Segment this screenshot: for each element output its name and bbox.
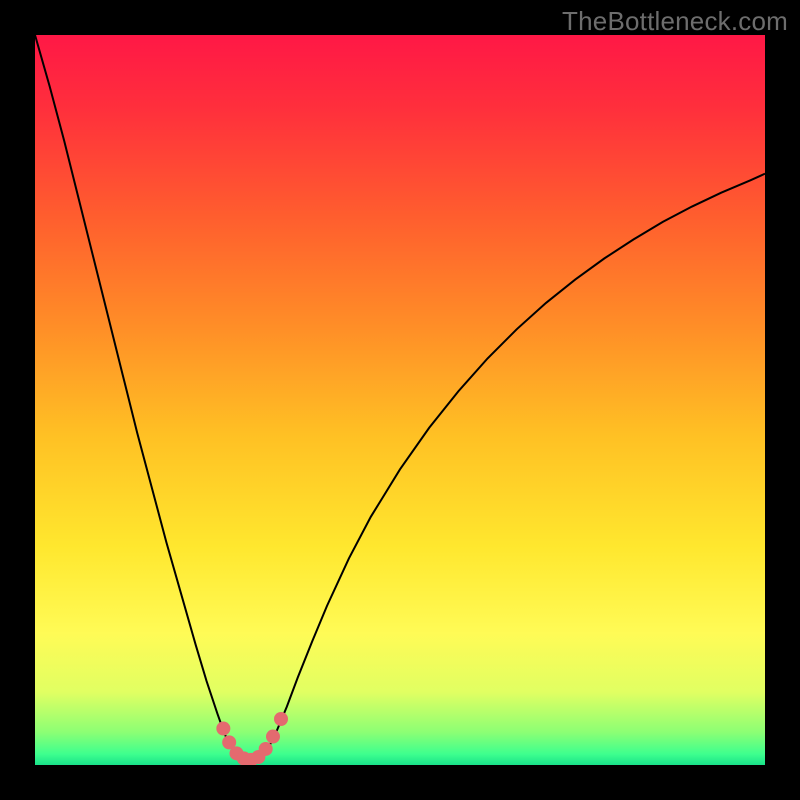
marker-dot	[274, 712, 288, 726]
chart-svg	[35, 35, 765, 765]
gradient-background	[35, 35, 765, 765]
marker-dot	[216, 722, 230, 736]
plot-area	[35, 35, 765, 765]
chart-stage: TheBottleneck.com	[0, 0, 800, 800]
marker-dot	[259, 742, 273, 756]
watermark-text: TheBottleneck.com	[562, 6, 788, 37]
marker-dot	[266, 730, 280, 744]
